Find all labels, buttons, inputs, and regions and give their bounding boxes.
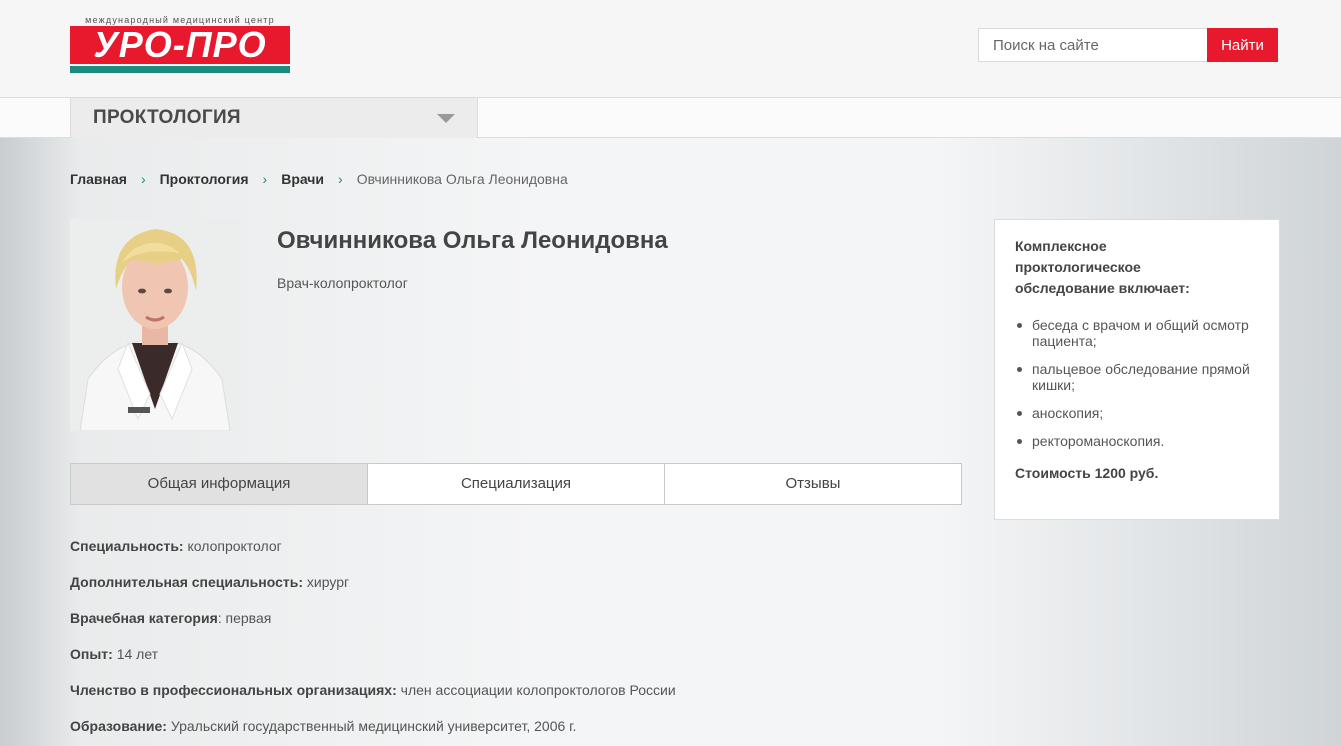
chevron-right-icon: › (262, 171, 268, 187)
chevron-right-icon: › (140, 171, 146, 187)
info-label: Специальность: (70, 538, 184, 554)
list-item: пальцевое обследование прямой кишки; (1015, 361, 1259, 393)
exam-info-card: Комплексное проктологическое обследовани… (994, 219, 1280, 520)
info-value: хирург (306, 574, 350, 590)
tab-specialization[interactable]: Специализация (368, 464, 665, 504)
list-item: аноскопия; (1015, 405, 1259, 421)
info-row-specialty: Специальность: колопроктолог (70, 537, 962, 573)
logo-underline (70, 66, 290, 73)
info-value: колопроктолог (187, 538, 282, 554)
breadcrumb: Главная › Проктология › Врачи › Овчинникова Ол… (70, 171, 568, 191)
info-row-category: Врачебная категория: первая (70, 609, 962, 645)
breadcrumb-home[interactable]: Главная (70, 171, 127, 187)
breadcrumb-current: Овчинникова Ольга Леонидовна (356, 171, 568, 187)
exam-procedure-list: беседа с врачом и общий осмотр пациента;… (1015, 317, 1259, 449)
info-value: член ассоциации колопроктологов России (400, 682, 676, 698)
info-value: 14 лет (116, 646, 159, 662)
exam-card-title: Комплексное проктологическое обследовани… (1015, 238, 1190, 296)
info-row-membership: Членство в профессиональных организациях… (70, 681, 962, 717)
info-row-experience: Опыт: 14 лет (70, 645, 962, 681)
search-form: Найти (978, 28, 1278, 62)
site-logo[interactable]: международный медицинский центр УРО-ПРО (70, 14, 290, 74)
list-item: ректороманоскопия. (1015, 433, 1259, 449)
chevron-right-icon: › (338, 171, 343, 187)
info-value: Уральский государственный медицинский ун… (170, 718, 577, 734)
info-row-education: Образование: Уральский государственный м… (70, 717, 962, 746)
tab-reviews[interactable]: Отзывы (665, 464, 961, 504)
doctor-tabs: Общая информация Специализация Отзывы (70, 463, 962, 505)
search-input[interactable] (978, 28, 1208, 62)
info-value: : первая (217, 610, 272, 626)
info-label: Членство в профессиональных организациях… (70, 682, 397, 698)
logo-title: УРО-ПРО (70, 26, 290, 64)
tab-general-info[interactable]: Общая информация (71, 464, 368, 504)
info-label: Врачебная категория (70, 610, 218, 626)
doctor-position: Врач-колопроктолог (277, 275, 408, 291)
info-label: Образование: (70, 718, 167, 734)
main-content: Главная › Проктология › Врачи › Овчинникова Ол… (0, 138, 1341, 746)
list-item: беседа с врачом и общий осмотр пациента; (1015, 317, 1259, 349)
section-dropdown-label: ПРОКТОЛОГИЯ (93, 107, 241, 128)
doctor-info: Специальность: колопроктолог Дополнитель… (70, 537, 962, 746)
doctor-name: Овчинникова Ольга Леонидовна (277, 227, 668, 254)
info-label: Дополнительная специальность: (70, 574, 304, 590)
info-label: Опыт: (70, 646, 113, 662)
section-nav: ПРОКТОЛОГИЯ (0, 98, 1341, 138)
search-button[interactable]: Найти (1207, 28, 1278, 62)
info-row-extra-specialty: Дополнительная специальность: хирург (70, 573, 962, 609)
chevron-down-icon (437, 114, 455, 123)
exam-price: Стоимость 1200 руб. (1015, 465, 1159, 481)
section-dropdown[interactable]: ПРОКТОЛОГИЯ (70, 98, 478, 138)
site-header: международный медицинский центр УРО-ПРО … (0, 0, 1341, 98)
doctor-photo (70, 219, 240, 431)
breadcrumb-proctology[interactable]: Проктология (160, 171, 249, 187)
breadcrumb-doctors[interactable]: Врачи (281, 171, 324, 187)
